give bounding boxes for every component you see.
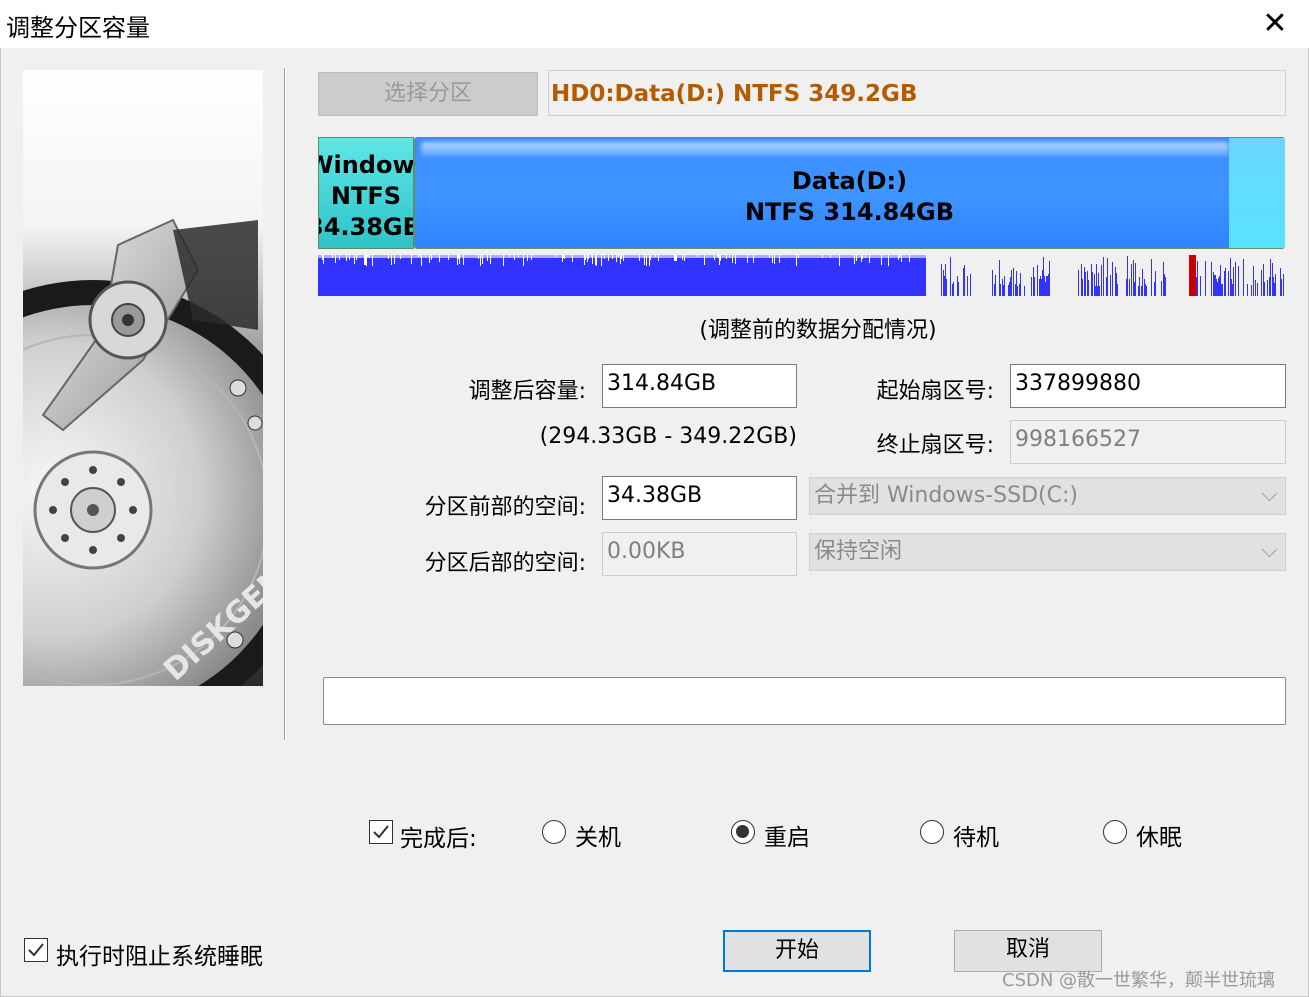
progress-box xyxy=(323,677,1286,725)
radio-standby-label: 待机 xyxy=(953,825,999,851)
radio-restart[interactable] xyxy=(731,820,755,844)
chevron-down-icon xyxy=(1261,541,1278,558)
after-completion-checkbox[interactable] xyxy=(369,820,393,844)
front-space-input[interactable]: 34.38GB xyxy=(602,476,797,520)
new-size-label: 调整后容量: xyxy=(468,379,586,404)
diskgenius-hdd-image: DISKGENIUS xyxy=(23,70,263,686)
partition-windows-name: Windows xyxy=(319,151,414,179)
title-bar xyxy=(0,0,1309,48)
start-sector-input[interactable]: 337899880 xyxy=(1010,364,1286,408)
radio-restart-label: 重启 xyxy=(764,825,810,851)
partition-data[interactable]: Data(D:) NTFS 314.84GB xyxy=(414,137,1285,249)
start-button[interactable]: 开始 xyxy=(723,930,871,972)
back-space-input: 0.00KB xyxy=(602,532,797,576)
radio-hibernate-label: 休眠 xyxy=(1136,825,1182,851)
new-size-input[interactable]: 314.84GB xyxy=(602,364,797,408)
front-space-action-value: 合并到 Windows-SSD(C:) xyxy=(814,483,1078,508)
allocation-caption: (调整前的数据分配情况) xyxy=(699,318,937,343)
partition-info: HD0:Data(D:) NTFS 349.2GB xyxy=(548,70,1286,116)
partition-windows-fs: NTFS xyxy=(330,182,402,210)
prevent-sleep-label: 执行时阻止系统睡眠 xyxy=(56,944,263,970)
prevent-sleep-checkbox[interactable] xyxy=(24,938,48,962)
back-space-action-select[interactable]: 保持空闲 xyxy=(809,533,1286,571)
allocation-marker xyxy=(1189,255,1196,296)
size-range: (294.33GB - 349.22GB) xyxy=(539,424,797,449)
end-sector-label: 终止扇区号: xyxy=(876,433,994,458)
end-sector-input: 998166527 xyxy=(1010,420,1286,464)
vertical-separator xyxy=(284,68,286,740)
back-space-label: 分区后部的空间: xyxy=(424,551,586,576)
partition-windows[interactable]: Windows NTFS 34.38GB xyxy=(318,137,414,249)
start-sector-label: 起始扇区号: xyxy=(876,379,994,404)
radio-shutdown-label: 关机 xyxy=(575,825,621,851)
radio-shutdown[interactable] xyxy=(542,820,566,844)
allocation-map xyxy=(318,255,1285,296)
watermark: CSDN @散一世繁华，颠半世琉璃 xyxy=(1002,970,1276,991)
front-space-label: 分区前部的空间: xyxy=(424,495,586,520)
partition-map[interactable]: Windows NTFS 34.38GB Data(D:) NTFS 314.8… xyxy=(318,137,1285,249)
partition-data-fs-size: NTFS 314.84GB xyxy=(744,198,955,226)
radio-standby[interactable] xyxy=(920,820,944,844)
partition-data-highlight xyxy=(421,142,1229,156)
chevron-down-icon xyxy=(1261,485,1278,502)
partition-windows-size: 34.38GB xyxy=(319,213,414,241)
partition-data-name: Data(D:) xyxy=(791,167,908,195)
back-space-action-value: 保持空闲 xyxy=(814,539,903,564)
window-title: 调整分区容量 xyxy=(6,14,150,42)
radio-hibernate[interactable] xyxy=(1103,820,1127,844)
after-completion-label: 完成后: xyxy=(400,826,477,852)
front-space-action-select[interactable]: 合并到 Windows-SSD(C:) xyxy=(809,477,1286,515)
select-partition-button[interactable]: 选择分区 xyxy=(318,72,538,116)
close-icon[interactable]: ✕ xyxy=(1252,4,1298,44)
